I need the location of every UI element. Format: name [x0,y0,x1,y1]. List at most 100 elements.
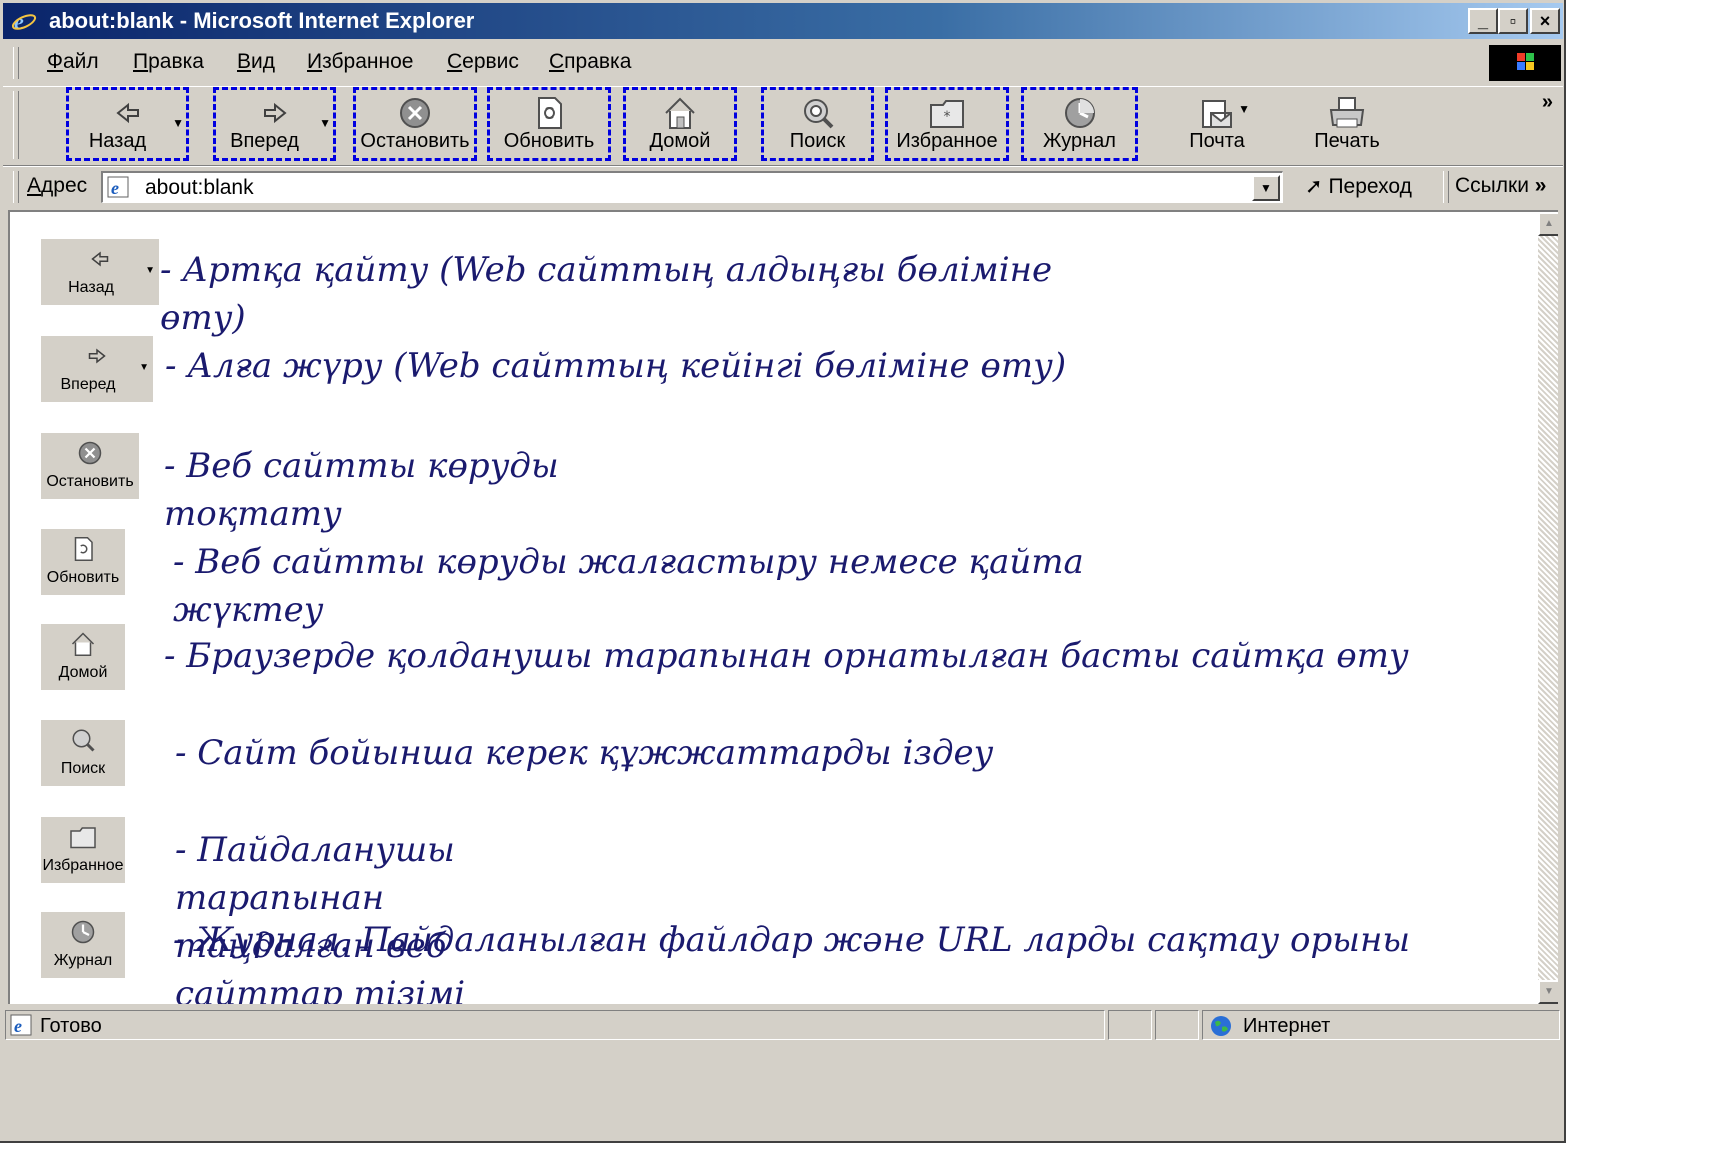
home-icon [71,632,95,656]
forward-arrow-icon [263,102,287,124]
back-button[interactable]: ▼ Назад [66,87,189,161]
stop-icon [78,441,102,465]
sample-search-button: Поиск [41,720,125,786]
desc-back: - Артқа қайту (Web сайттың алдыңғы бөлім… [160,250,1053,338]
page-icon: e [10,1014,32,1036]
print-button[interactable]: Печать [1293,87,1401,161]
title-bar: e about:blank - Microsoft Internet Explo… [3,3,1563,39]
chevron-down-icon[interactable]: ▼ [172,116,184,130]
links-button[interactable]: Ссылки » [1455,174,1546,198]
menu-file[interactable]: Файл [47,49,99,75]
ie-logo-icon: e [11,9,37,33]
desc-history: - Журнал. Пайдаланылған файлдар және URL… [173,920,1411,960]
chevron-down-icon[interactable]: ▼ [319,116,331,130]
minimize-button[interactable]: _ [1468,8,1498,34]
favorites-icon [70,827,96,849]
favorites-icon: * [930,100,964,128]
sample-history-button: Журнал [41,912,125,978]
status-panel-main: e Готово [5,1010,1105,1040]
status-text: Готово [40,1015,102,1037]
scroll-up-button[interactable]: ▲ [1538,212,1558,236]
go-label: Переход [1328,175,1412,198]
favorites-button-label: Избранное [896,130,998,152]
sample-refresh-label: Обновить [46,569,120,586]
browser-window: e about:blank - Microsoft Internet Explo… [0,0,1566,1143]
menu-help[interactable]: Справка [549,49,631,75]
address-label: Адрес [27,174,88,197]
print-button-label: Печать [1314,130,1380,152]
stop-icon [400,98,430,128]
slide-background [1568,0,1729,1150]
sample-search-label: Поиск [60,760,106,777]
address-bar: Адрес e about:blank ▼ ➚ Переход Ссылки » [3,166,1563,207]
menu-grip[interactable] [13,47,19,79]
page-icon: e [107,176,129,198]
internet-globe-icon [1211,1016,1231,1036]
search-button[interactable]: Поиск [761,87,874,161]
desc-refresh: - Веб сайтты көруды жалғастыру немесе қа… [173,542,1084,630]
svg-text:e: e [111,178,119,198]
chevron-down-icon: ▼ [139,362,149,373]
scroll-down-button[interactable]: ▼ [1538,980,1558,1004]
forward-button[interactable]: ▼ Вперед [213,87,336,161]
back-button-label: Назад [88,130,147,152]
sample-back-button: ▼ Назад [41,239,159,305]
sample-favorites-button: Избранное [41,817,125,883]
print-icon [1329,97,1365,128]
menu-tools[interactable]: Сервис [447,49,519,75]
status-panel-3 [1155,1010,1199,1040]
refresh-button[interactable]: Обновить [487,87,611,161]
home-button[interactable]: Домой [623,87,737,161]
status-panel-2 [1108,1010,1152,1040]
history-button[interactable]: Журнал [1021,87,1138,161]
svg-text:e: e [14,1016,22,1036]
maximize-button[interactable]: ▫ [1498,8,1528,34]
stop-button-label: Остановить [360,130,470,152]
favorites-button[interactable]: * Избранное [885,87,1009,161]
window-title: about:blank - Microsoft Internet Explore… [49,8,475,33]
desc-home: - Браузерде қолданушы тарапынан орнатылғ… [164,636,1409,676]
go-button[interactable]: ➚ Переход [1305,174,1412,199]
address-input[interactable]: e about:blank ▼ [101,171,1283,203]
windows-flag-icon [1489,45,1561,81]
sample-stop-button: Остановить [41,433,139,499]
close-button[interactable]: × [1530,8,1560,34]
chevron-down-icon[interactable]: ▼ [1238,102,1250,116]
address-grip[interactable] [13,171,19,203]
go-arrow-icon: ➚ [1305,175,1323,198]
mail-button[interactable]: ▼ Почта [1163,87,1271,161]
history-icon [71,920,95,944]
home-icon [665,97,695,129]
forward-button-label: Вперед [230,130,299,152]
address-dropdown-button[interactable]: ▼ [1252,175,1280,201]
menu-favorites[interactable]: Избранное [307,49,413,75]
search-button-label: Поиск [789,130,846,152]
desc-favorites: - Пайдаланушы тарапынан таңдалған веб са… [175,830,466,1004]
menu-view[interactable]: Вид [237,49,275,75]
refresh-icon [74,537,93,561]
links-grip[interactable] [1443,171,1449,203]
toolbar-grip[interactable] [13,91,19,159]
sample-forward-button: ▼ Вперед [41,336,153,402]
mail-icon [1202,100,1232,128]
menu-bar: Файл Правка Вид Избранное Сервис Справка [3,43,1563,83]
sample-history-label: Журнал [53,952,113,969]
search-icon [803,99,833,129]
standard-toolbar: ▼ Назад ▼ Вперед Остановить Обновить Дом… [3,86,1563,166]
refresh-button-label: Обновить [503,130,595,152]
links-chevron-icon: » [1534,174,1547,197]
toolbar-overflow-chevron[interactable]: » [1542,91,1553,114]
desc-stop: - Веб сайтты көруды тоқтату [164,446,559,534]
mail-button-label: Почта [1189,130,1245,152]
status-zone-panel: Интернет [1202,1010,1560,1040]
sample-back-label: Назад [68,279,114,296]
menu-edit[interactable]: Правка [133,49,204,75]
history-button-label: Журнал [1043,130,1116,152]
stop-button[interactable]: Остановить [353,87,477,161]
search-icon [72,729,95,752]
status-zone: Интернет [1243,1015,1331,1037]
sample-home-button: Домой [41,624,125,690]
links-label: Ссылки [1455,174,1529,197]
address-value: about:blank [145,176,254,199]
vertical-scrollbar[interactable]: ▲ ▼ [1538,212,1558,1004]
